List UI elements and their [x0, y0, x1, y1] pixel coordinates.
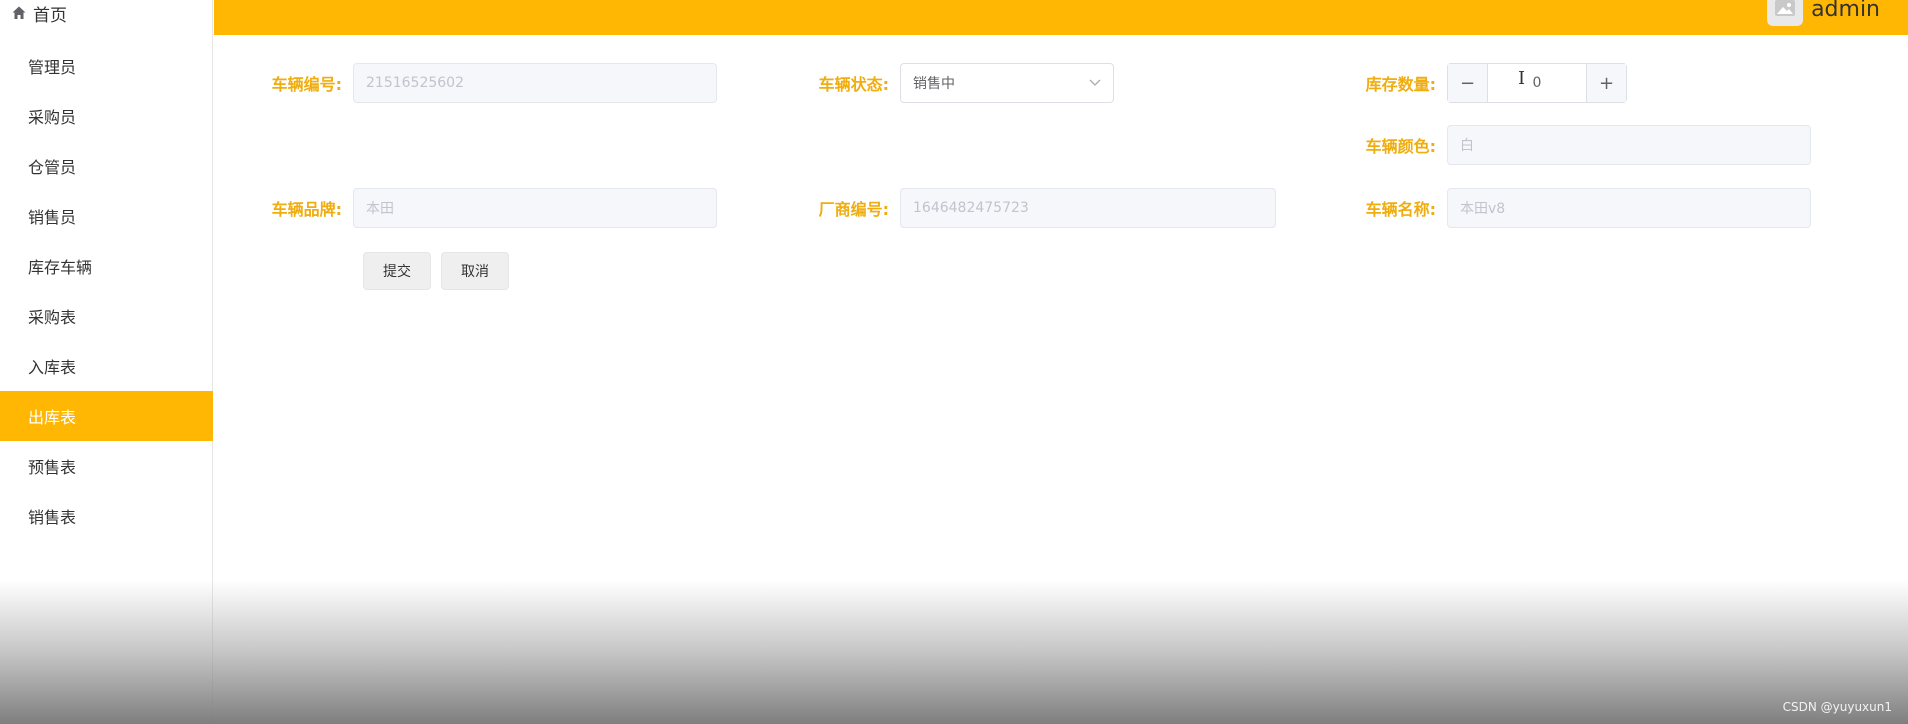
- maker-no-label: 厂商编号:: [818, 200, 889, 219]
- vehicle-no-input[interactable]: 21516525602: [353, 63, 717, 103]
- vehicle-color-value: 白: [1460, 138, 1474, 154]
- image-icon: [1774, 0, 1796, 21]
- sidebar-item-outbound-table[interactable]: 出库表: [0, 391, 213, 441]
- vehicle-name-field: 车辆名称: 本田v8: [1356, 188, 1811, 228]
- sidebar-item-stock-vehicles[interactable]: 库存车辆: [0, 241, 213, 291]
- stock-qty-input[interactable]: I 0: [1488, 64, 1586, 102]
- sidebar-menu: 管理员 采购员 仓管员 销售员 库存车辆 采购表 入库表 出库表 预售表 销售表: [0, 41, 213, 541]
- text-cursor-icon: I: [1518, 68, 1526, 89]
- vehicle-status-label: 车辆状态:: [818, 75, 889, 94]
- username: admin: [1811, 0, 1880, 22]
- cancel-button[interactable]: 取消: [441, 252, 509, 290]
- home-icon: [11, 5, 27, 21]
- vehicle-brand-field: 车辆品牌: 本田: [262, 188, 717, 228]
- sidebar-item-inbound-table[interactable]: 入库表: [0, 341, 213, 391]
- maker-no-field: 厂商编号: 1646482475723: [809, 188, 1276, 228]
- vehicle-brand-value: 本田: [366, 201, 394, 217]
- vehicle-status-value: 销售中: [913, 76, 955, 92]
- watermark: CSDN @yuyuxun1: [1782, 700, 1892, 714]
- stock-qty-stepper[interactable]: − I 0 +: [1447, 63, 1627, 103]
- sidebar-item-purchase-table[interactable]: 采购表: [0, 291, 213, 341]
- vehicle-status-select[interactable]: 销售中: [900, 63, 1114, 103]
- maker-no-input[interactable]: 1646482475723: [900, 188, 1276, 228]
- vehicle-brand-input[interactable]: 本田: [353, 188, 717, 228]
- app-root: 首页 管理员 采购员 仓管员 销售员 库存车辆 采购表 入库表 出库表 预售表 …: [0, 0, 1908, 724]
- sidebar-item-salesperson[interactable]: 销售员: [0, 191, 213, 241]
- vehicle-name-label: 车辆名称:: [1365, 200, 1436, 219]
- sidebar-item-sales-table[interactable]: 销售表: [0, 491, 213, 541]
- top-header: admin: [214, 0, 1908, 35]
- vehicle-name-value: 本田v8: [1460, 201, 1506, 217]
- increment-button[interactable]: +: [1586, 64, 1626, 102]
- sidebar-item-purchaser[interactable]: 采购员: [0, 91, 213, 141]
- avatar[interactable]: [1767, 0, 1804, 26]
- vehicle-name-input[interactable]: 本田v8: [1447, 188, 1811, 228]
- decrement-button[interactable]: −: [1448, 64, 1488, 102]
- stock-qty-field: 库存数量: − I 0 +: [1356, 63, 1627, 103]
- vehicle-no-label: 车辆编号:: [271, 75, 342, 94]
- maker-no-value: 1646482475723: [913, 200, 1029, 216]
- sidebar-item-admin[interactable]: 管理员: [0, 41, 213, 91]
- sidebar-item-presale-table[interactable]: 预售表: [0, 441, 213, 491]
- stock-qty-label: 库存数量:: [1365, 75, 1436, 94]
- user-menu[interactable]: admin: [1767, 0, 1880, 26]
- chevron-down-icon: [1089, 75, 1101, 91]
- vehicle-no-value: 21516525602: [366, 75, 464, 91]
- vehicle-color-label: 车辆颜色:: [1365, 137, 1436, 156]
- outbound-form: 车辆编号: 21516525602 车辆状态: 销售中 库存数量: − I 0: [214, 35, 1908, 724]
- submit-button[interactable]: 提交: [363, 252, 431, 290]
- home-label: 首页: [33, 5, 67, 26]
- stock-qty-value: 0: [1532, 75, 1542, 91]
- sidebar: 首页 管理员 采购员 仓管员 销售员 库存车辆 采购表 入库表 出库表 预售表 …: [0, 0, 213, 724]
- vehicle-status-field: 车辆状态: 销售中: [809, 63, 1114, 103]
- home-link[interactable]: 首页: [11, 0, 67, 26]
- sidebar-item-warehouse-keeper[interactable]: 仓管员: [0, 141, 213, 191]
- vehicle-brand-label: 车辆品牌:: [271, 200, 342, 219]
- vehicle-color-input[interactable]: 白: [1447, 125, 1811, 165]
- vehicle-no-field: 车辆编号: 21516525602: [262, 63, 717, 103]
- vehicle-color-field: 车辆颜色: 白: [1356, 125, 1811, 165]
